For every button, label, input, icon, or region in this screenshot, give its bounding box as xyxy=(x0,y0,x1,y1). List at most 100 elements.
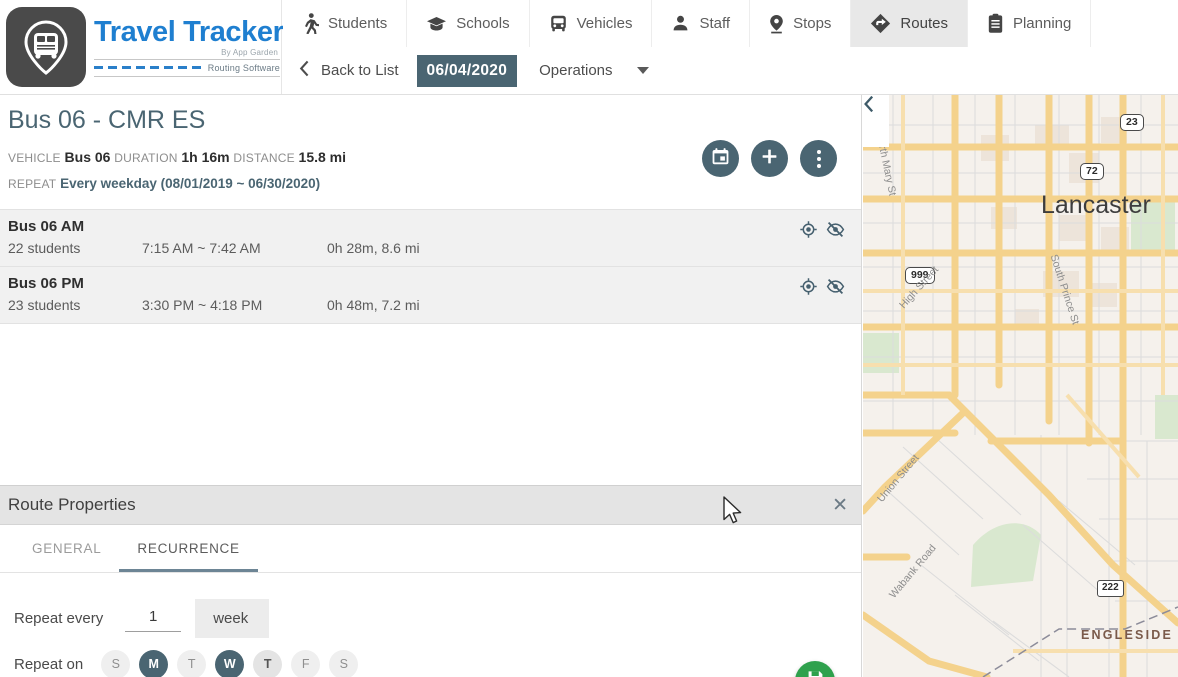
date-selector[interactable]: 06/04/2020 xyxy=(416,54,518,87)
trip-time-range: 3:30 PM ~ 4:18 PM xyxy=(142,296,263,313)
more-button[interactable] xyxy=(800,140,837,177)
mouse-cursor xyxy=(722,496,744,531)
brand-subtitle-product: Routing Software xyxy=(207,62,280,73)
main-navigation: Students Schools Vehicles Staff Stops Ro… xyxy=(283,0,1092,47)
meta-value-distance: 15.8 mi xyxy=(298,149,347,166)
tab-general-label: GENERAL xyxy=(32,541,102,556)
close-icon[interactable]: ✕ xyxy=(832,496,848,515)
page-title: Bus 06 - CMR ES xyxy=(8,106,206,134)
route-properties-title: Route Properties xyxy=(8,495,136,514)
eye-off-icon[interactable] xyxy=(826,277,845,301)
trip-visibility-controls xyxy=(799,220,845,244)
brand-dash-line xyxy=(94,66,204,69)
day-letter: S xyxy=(339,657,348,671)
day-toggle-sunday[interactable]: S xyxy=(101,649,131,677)
nav-tab-staff[interactable]: Staff xyxy=(652,0,751,47)
trip-list: Bus 06 AM 22 students 7:15 AM ~ 7:42 AM … xyxy=(0,208,861,324)
day-toggle-wednesday[interactable]: W xyxy=(215,649,245,677)
repeat-on-row: Repeat on S M T W T F S xyxy=(0,641,861,677)
eye-off-icon[interactable] xyxy=(826,220,845,244)
map-canvas xyxy=(863,95,1178,677)
bus-icon xyxy=(549,14,568,33)
route-detail-pane: Bus 06 - CMR ES VEHICLE Bus 06 DURATION … xyxy=(0,95,862,677)
nav-tab-label: Staff xyxy=(699,15,731,32)
nav-tab-planning[interactable]: Planning xyxy=(967,0,1092,47)
operations-menu[interactable]: Operations xyxy=(517,62,649,79)
trip-row[interactable]: Bus 06 PM 23 students 3:30 PM ~ 4:18 PM … xyxy=(0,266,861,324)
operations-label: Operations xyxy=(539,62,613,79)
walking-person-icon xyxy=(302,13,319,34)
day-toggle-monday[interactable]: M xyxy=(139,649,169,677)
trip-duration-distance: 0h 48m, 7.2 mi xyxy=(327,296,420,313)
trip-visibility-controls xyxy=(799,277,845,301)
vertical-dots-icon xyxy=(816,149,821,168)
meta-value-duration: 1h 16m xyxy=(181,149,230,166)
eye-target-icon[interactable] xyxy=(799,220,818,244)
chevron-left-icon xyxy=(299,60,310,81)
bus-pin-icon xyxy=(6,7,86,87)
nav-tab-label: Routes xyxy=(900,15,948,32)
trip-row[interactable]: Bus 06 AM 22 students 7:15 AM ~ 7:42 AM … xyxy=(0,209,861,267)
route-shield-222: 222 xyxy=(1097,580,1124,597)
nav-tab-schools[interactable]: Schools xyxy=(407,0,530,47)
map-pin-icon xyxy=(769,14,784,34)
map-label-lancaster: Lancaster xyxy=(1041,191,1151,219)
day-letter: F xyxy=(301,657,310,671)
meta-value-repeat: Every weekday (08/01/2019 ~ 06/30/2020) xyxy=(60,175,321,191)
day-letter: W xyxy=(223,657,236,671)
graduation-cap-icon xyxy=(426,15,447,32)
trip-details: 23 students 3:30 PM ~ 4:18 PM 0h 48m, 7.… xyxy=(8,297,853,313)
day-toggle-friday[interactable]: F xyxy=(291,649,321,677)
trip-time-range: 7:15 AM ~ 7:42 AM xyxy=(142,239,261,256)
nav-tab-label: Vehicles xyxy=(576,15,633,32)
trip-student-count: 22 students xyxy=(8,239,81,256)
day-toggle-saturday[interactable]: S xyxy=(329,649,359,677)
nav-tab-label: Stops xyxy=(793,15,832,32)
trip-name: Bus 06 PM xyxy=(8,274,84,292)
app-root: Travel Tracker By App Garden Routing Sof… xyxy=(0,0,1178,677)
caret-down-icon xyxy=(636,67,649,74)
route-action-buttons xyxy=(702,140,837,177)
nav-tab-stops[interactable]: Stops xyxy=(750,0,852,47)
route-shield-23: 23 xyxy=(1120,114,1144,132)
brand-wordmark: Travel Tracker By App Garden Routing Sof… xyxy=(94,15,284,77)
sub-toolbar: Back to List 06/04/2020 Operations xyxy=(283,47,649,94)
day-letter: S xyxy=(111,657,120,671)
day-toggle-thursday[interactable]: T xyxy=(253,649,283,677)
save-disk-icon xyxy=(806,669,825,677)
plus-icon xyxy=(760,147,779,171)
brand-title: Travel Tracker xyxy=(94,15,284,48)
route-shield-72: 72 xyxy=(1080,163,1104,181)
trip-details: 22 students 7:15 AM ~ 7:42 AM 0h 28m, 8.… xyxy=(8,240,853,256)
meta-label-vehicle: VEHICLE xyxy=(8,151,61,166)
back-to-list-button[interactable]: Back to List xyxy=(299,60,417,81)
nav-tab-students[interactable]: Students xyxy=(283,0,408,47)
brand-subtitle-company: By App Garden xyxy=(221,47,278,57)
tab-recurrence-label: RECURRENCE xyxy=(137,541,240,556)
day-toggle-tuesday[interactable]: T xyxy=(177,649,207,677)
brand-logo[interactable]: Travel Tracker By App Garden Routing Sof… xyxy=(0,0,284,94)
person-icon xyxy=(671,14,690,33)
clipboard-icon xyxy=(987,13,1004,34)
nav-tab-routes[interactable]: Routes xyxy=(851,0,968,47)
meta-value-vehicle: Bus 06 xyxy=(64,149,111,166)
nav-tab-vehicles[interactable]: Vehicles xyxy=(529,0,653,47)
meta-label-repeat: REPEAT xyxy=(8,176,57,191)
add-button[interactable] xyxy=(751,140,788,177)
map-collapse-button[interactable] xyxy=(863,95,889,147)
repeat-every-row: Repeat every week xyxy=(0,595,861,641)
trip-student-count: 23 students xyxy=(8,296,81,313)
eye-target-icon[interactable] xyxy=(799,277,818,301)
day-of-week-selector: S M T W T F S xyxy=(101,649,359,677)
repeat-interval-input[interactable] xyxy=(125,604,182,632)
repeat-every-label: Repeat every xyxy=(14,609,104,627)
trip-name: Bus 06 AM xyxy=(8,217,85,235)
repeat-unit-select[interactable]: week xyxy=(195,598,270,638)
tab-general[interactable]: GENERAL xyxy=(14,525,119,572)
calendar-button[interactable] xyxy=(702,140,739,177)
day-letter: M xyxy=(148,657,159,671)
map-panel[interactable]: 23 72 999 222 Lancaster ENGLESIDE North … xyxy=(863,95,1178,677)
tab-recurrence[interactable]: RECURRENCE xyxy=(119,525,258,572)
route-properties-tabs: GENERAL RECURRENCE xyxy=(0,525,861,573)
back-to-list-label: Back to List xyxy=(321,62,399,79)
